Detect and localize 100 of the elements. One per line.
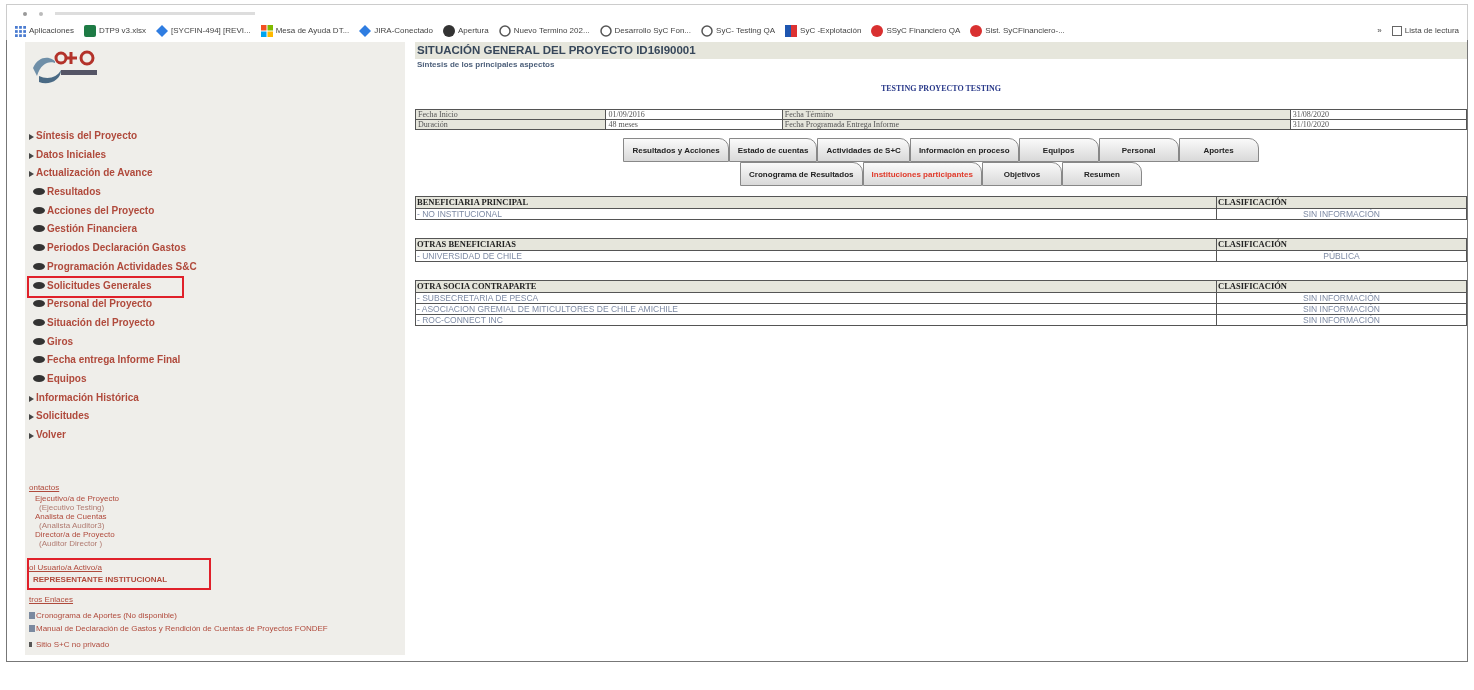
circle-icon (970, 25, 983, 37)
menu-link[interactable]: Datos Iniciales (29, 146, 137, 166)
menu-link[interactable]: Personal del Proyecto (29, 296, 183, 315)
table-header: CLASIFICACIÓN (1216, 196, 1467, 209)
menu-link[interactable]: Solicitudes (29, 408, 120, 427)
section-tab[interactable]: Resumen (1061, 162, 1142, 187)
diamond-icon (156, 25, 169, 37)
resource-link[interactable]: Cronograma de Aportes (No disponible) (36, 609, 177, 622)
section-tab[interactable]: Actividades de S+C (817, 138, 910, 163)
menu-link[interactable]: Situación del Proyecto (29, 314, 185, 334)
page-title: SITUACIÓN GENERAL DEL PROYECTO ID16I90001 (415, 42, 1467, 60)
contact-role: Director/a de Proyecto (35, 529, 116, 539)
menu-link[interactable]: Periodos Declaración Gastos (29, 240, 216, 259)
contact-role: Ejecutivo/a de Proyecto (35, 493, 121, 503)
table-cell: - ASOCIACION GREMIAL DE MITICULTORES DE CHILE AMICHILE (415, 303, 1217, 315)
arrow-bullet-icon (29, 152, 34, 159)
arrow-bullet-icon (29, 433, 34, 439)
bookmark[interactable]: [SYCFIN-494] [REVI... (156, 25, 251, 37)
oval-bullet-icon (33, 300, 45, 308)
table-cell: SIN INFORMACIÓN (1216, 303, 1467, 315)
table-cell: - NO INSTITUCIONAL (415, 208, 1217, 220)
section-tab[interactable]: Información en proceso (909, 138, 1019, 163)
active-user-heading: ol Usuario/a Activo/a (29, 561, 103, 574)
oval-bullet-icon (33, 281, 45, 289)
circle-icon (871, 25, 884, 37)
section-tab[interactable]: Resultados y Acciones (623, 138, 729, 163)
contact-name: (Auditor Director ) (38, 538, 103, 548)
menu-link[interactable]: Actualización de Avance (29, 165, 183, 185)
table-cell: SIN INFORMACIÓN (1216, 208, 1467, 220)
section-tab[interactable]: Equipos (1018, 138, 1099, 163)
page-subtitle: Síntesis de los principales aspectos (416, 59, 556, 72)
menu-link[interactable]: Acciones del Proyecto (29, 202, 185, 222)
arrow-bullet-icon (29, 134, 34, 140)
menu-link[interactable]: Información Histórica (29, 389, 169, 409)
info-cell: Fecha Programada Entrega Informe (782, 119, 1291, 130)
diamond-icon (359, 25, 372, 37)
more-bookmarks-button[interactable]: » (1377, 25, 1382, 37)
menu-link[interactable]: Fecha entrega Informe Final (29, 352, 211, 371)
bookmark[interactable]: SyC -Explotación (785, 25, 862, 37)
table-cell: SIN INFORMACIÓN (1216, 314, 1467, 326)
section-tab[interactable]: Personal (1098, 138, 1179, 163)
project-name: TESTING PROYECTO TESTING (880, 83, 1002, 96)
info-cell: 01/09/2016 (605, 109, 783, 120)
oval-bullet-icon (33, 244, 45, 252)
menu-link[interactable]: Solicitudes Generales (29, 277, 182, 297)
oval-bullet-icon (33, 356, 45, 364)
table-header: BENEFICIARIA PRINCIPAL (415, 196, 1217, 209)
table-cell: - SUBSECRETARIA DE PESCA (415, 292, 1217, 304)
table-cell: SIN INFORMACIÓN (1216, 292, 1467, 304)
arrow-bullet-icon (29, 171, 34, 178)
section-tab[interactable]: Aportes (1178, 138, 1259, 163)
menu-link[interactable]: Programación Actividades S&C (29, 258, 227, 278)
section-tab[interactable]: Cronograma de Resultados (740, 162, 863, 187)
table-header: CLASIFICACIÓN (1216, 238, 1467, 251)
apps-grid-icon (15, 25, 26, 37)
oval-bullet-icon (33, 337, 45, 345)
menu-link[interactable]: Resultados (29, 184, 131, 203)
table-cell: - UNIVERSIDAD DE CHILE (415, 250, 1217, 262)
bookmark[interactable]: Mesa de Ayuda DT... (260, 25, 350, 37)
spreadsheet-icon (83, 25, 96, 37)
oval-bullet-icon (33, 188, 45, 196)
menu-link[interactable]: Gestión Financiera (29, 221, 168, 241)
contact-name: (Ejecutivo Testing) (39, 502, 105, 512)
section-tab[interactable]: Instituciones participantes (862, 162, 982, 187)
arrow-bullet-icon (29, 414, 34, 421)
contact-name: (Analista Auditor3) (39, 520, 106, 530)
contacts-heading[interactable]: ontactos (29, 481, 405, 494)
bookmark[interactable]: DTP9 v3.xlsx (83, 25, 147, 37)
bookmark[interactable]: JIRA-Conectado (359, 25, 433, 37)
oval-bullet-icon (33, 262, 45, 270)
arrow-bullet-icon (29, 395, 34, 402)
oval-bullet-icon (33, 206, 45, 214)
bookmark[interactable]: SyC- Testing QA (701, 25, 776, 37)
bookmark[interactable]: Sist. SyCFinanciero-... (970, 25, 1065, 37)
reading-list-button[interactable]: Lista de lectura (1391, 25, 1459, 37)
menu-link[interactable]: Giros (29, 333, 104, 353)
menu-link[interactable]: Equipos (29, 370, 117, 390)
table-header: OTRA SOCIA CONTRAPARTE (415, 280, 1217, 293)
bookmark[interactable]: Apertura (443, 25, 489, 37)
bookmark[interactable]: Aplicaciones (15, 25, 74, 37)
oval-bullet-icon (33, 318, 45, 326)
bookmark[interactable]: Nuevo Termino 202... (498, 25, 590, 37)
bookmark[interactable]: SSyC Financiero QA (871, 25, 961, 37)
section-tab[interactable]: Estado de cuentas (728, 138, 818, 163)
table-cell: - ROC-CONNECT INC (415, 314, 1217, 326)
resource-link[interactable]: Manual de Declaración de Gastos y Rendición de Cuentas de Proyectos FONDEF (36, 622, 328, 635)
info-cell: Fecha Término (782, 109, 1291, 120)
public-site-link[interactable]: Sitio S+C no privado (36, 638, 110, 651)
oval-bullet-icon (33, 374, 45, 382)
list-icon (1391, 26, 1402, 36)
table-header: CLASIFICACIÓN (1216, 280, 1467, 293)
bookmark[interactable]: Desarrollo SyC Fon... (599, 25, 692, 37)
links-heading: tros Enlaces (29, 593, 75, 606)
section-tab[interactable]: Objetivos (981, 162, 1062, 187)
menu-link[interactable]: Síntesis del Proyecto (29, 128, 168, 147)
user-role: REPRESENTANTE INSTITUCIONAL (32, 573, 169, 586)
address-bar[interactable] (55, 12, 255, 15)
contact-role: Analista de Cuentas (35, 511, 108, 521)
table-header: OTRAS BENEFICIARIAS (415, 238, 1217, 251)
menu-link[interactable]: Volver (29, 427, 96, 446)
